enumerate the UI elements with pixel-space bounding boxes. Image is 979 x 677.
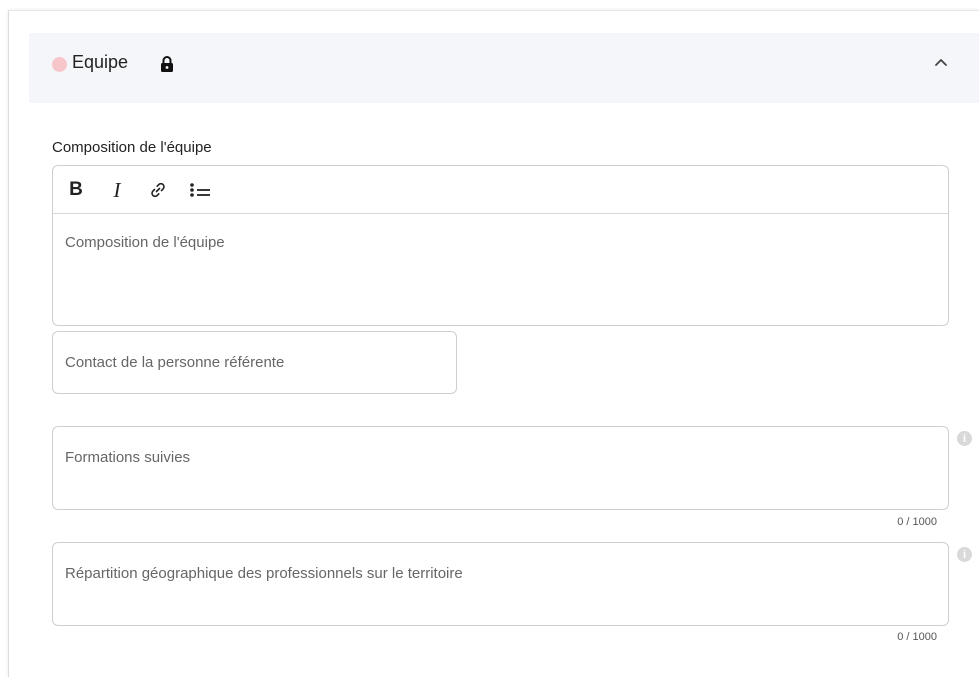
info-icon[interactable]: i [957, 547, 972, 562]
bullet-list-icon [190, 183, 210, 197]
info-icon[interactable]: i [957, 431, 972, 446]
bold-button[interactable]: B [67, 178, 85, 202]
link-button[interactable] [148, 178, 168, 202]
link-icon [151, 182, 165, 198]
formations-char-counter: 0 / 1000 [897, 516, 937, 528]
bullet-list-button[interactable] [188, 178, 212, 202]
lock-icon [161, 56, 173, 72]
repartition-geographique-textarea[interactable] [52, 542, 949, 626]
equipe-card: Equipe Composition de l'équipe B I Compo… [8, 10, 979, 677]
contact-referent-input[interactable] [52, 331, 457, 394]
italic-button[interactable]: I [109, 178, 125, 202]
status-dot [52, 57, 67, 72]
section-header[interactable]: Equipe [29, 33, 979, 103]
chevron-up-icon[interactable] [934, 57, 948, 67]
repartition-char-counter: 0 / 1000 [897, 631, 937, 643]
formations-suivies-textarea[interactable] [52, 426, 949, 510]
composition-editor-area[interactable]: Composition de l'équipe [53, 215, 948, 325]
section-title: Equipe [72, 52, 129, 72]
composition-label: Composition de l'équipe [52, 139, 212, 156]
composition-editor: B I Composition de l'équipe [52, 165, 949, 326]
editor-toolbar: B I [53, 166, 948, 214]
